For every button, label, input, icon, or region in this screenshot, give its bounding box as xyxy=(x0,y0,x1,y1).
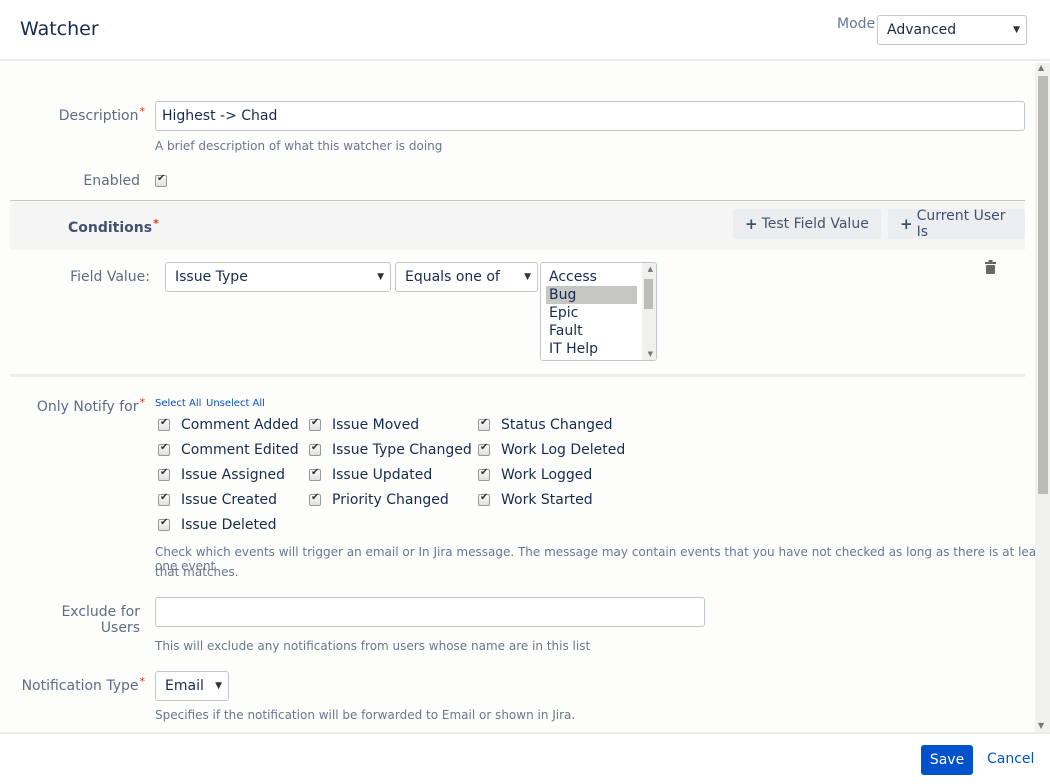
chevron-down-icon: ▼ xyxy=(524,272,531,282)
current-user-is-label: Current User Is xyxy=(916,208,1006,240)
dialog-body: Description* Highest -> Chad A brief des… xyxy=(0,63,1050,732)
mode-select-value: Advanced xyxy=(887,22,957,38)
event-checkbox-label: Issue Updated xyxy=(332,467,433,483)
event-checkbox-label: Work Log Deleted xyxy=(501,442,626,458)
test-field-value-button[interactable]: + Test Field Value xyxy=(733,209,881,239)
event-checkbox[interactable] xyxy=(158,442,170,456)
chevron-down-icon: ▼ xyxy=(215,681,222,691)
operator-select-value: Equals one of xyxy=(405,269,500,285)
notification-type-value: Email xyxy=(165,678,204,694)
conditions-header: Conditions* + Test Field Value + Current… xyxy=(10,200,1025,250)
listbox-option[interactable]: Access xyxy=(546,268,637,286)
event-checkbox-label: Work Logged xyxy=(501,467,593,483)
unselect-all-link[interactable]: Unselect All xyxy=(206,398,265,409)
event-checkbox[interactable] xyxy=(158,492,170,506)
description-input-value: Highest -> Chad xyxy=(162,108,278,124)
chevron-down-icon: ▼ xyxy=(377,272,384,282)
mode-select[interactable]: Advanced ▼ xyxy=(877,15,1027,45)
notify-label: Only Notify for* xyxy=(36,396,146,415)
event-checkbox-label: Issue Created xyxy=(181,492,278,508)
event-checkbox[interactable] xyxy=(309,492,321,506)
conditions-label: Conditions* xyxy=(68,217,159,236)
operator-select[interactable]: Equals one of ▼ xyxy=(395,262,538,292)
notification-type-hint: Specifies if the notification will be fo… xyxy=(155,708,576,722)
description-label: Description* xyxy=(58,105,146,124)
plus-icon: + xyxy=(900,215,913,233)
event-checkbox-label: Issue Deleted xyxy=(181,517,277,533)
plus-icon: + xyxy=(745,215,758,233)
dialog-header: Watcher Mode Advanced ▼ xyxy=(0,0,1050,61)
issue-type-listbox[interactable]: Access Bug Epic Fault IT Help ▲ ▼ xyxy=(540,262,657,361)
event-checkbox[interactable] xyxy=(158,467,170,481)
mode-label: Mode xyxy=(837,16,876,32)
event-checkbox-label: Comment Edited xyxy=(181,442,299,458)
notification-type-label: Notification Type* xyxy=(21,675,146,694)
scroll-down-icon[interactable]: ▼ xyxy=(1038,721,1044,730)
event-checkbox-label: Status Changed xyxy=(501,417,613,433)
event-checkbox[interactable] xyxy=(478,467,490,481)
cancel-button[interactable]: Cancel xyxy=(987,751,1034,767)
required-asterisk: * xyxy=(153,217,159,230)
enabled-label: Enabled xyxy=(83,173,140,189)
listbox-option[interactable]: Fault xyxy=(546,322,637,340)
listbox-scrollbar[interactable]: ▲ ▼ xyxy=(642,263,656,360)
field-select[interactable]: Issue Type ▼ xyxy=(165,262,391,292)
listbox-scroll-thumb[interactable] xyxy=(644,279,653,309)
section-divider xyxy=(10,374,1025,377)
event-checkbox-label: Work Started xyxy=(501,492,593,508)
required-asterisk: * xyxy=(139,105,146,118)
event-checkbox[interactable] xyxy=(478,417,490,431)
current-user-is-button[interactable]: + Current User Is xyxy=(888,208,1025,240)
event-checkbox[interactable] xyxy=(309,442,321,456)
save-button[interactable]: Save xyxy=(921,745,973,775)
event-checkbox-label: Comment Added xyxy=(181,417,299,433)
notification-type-select[interactable]: Email ▼ xyxy=(155,671,229,701)
description-input[interactable]: Highest -> Chad xyxy=(155,101,1025,131)
body-scroll-thumb[interactable] xyxy=(1038,76,1048,494)
event-checkbox-label: Issue Moved xyxy=(332,417,420,433)
notify-hint-line1: Check which events will trigger an email… xyxy=(155,545,1048,573)
notify-hint-line2: that matches. xyxy=(155,565,239,579)
trash-icon[interactable] xyxy=(985,260,996,274)
event-checkbox[interactable] xyxy=(309,417,321,431)
event-checkbox[interactable] xyxy=(158,417,170,431)
scroll-down-icon[interactable]: ▼ xyxy=(648,350,653,358)
event-checkbox-label: Issue Type Changed xyxy=(332,442,472,458)
required-asterisk: * xyxy=(139,675,146,688)
required-asterisk: * xyxy=(139,396,146,409)
dialog-title: Watcher xyxy=(20,18,99,40)
exclude-users-label: Exclude for Users xyxy=(61,604,140,636)
event-checkbox-label: Issue Assigned xyxy=(181,467,285,483)
dialog-footer: Save Cancel xyxy=(0,732,1050,784)
listbox-option[interactable]: IT Help xyxy=(546,340,637,358)
event-checkbox[interactable] xyxy=(158,517,170,531)
test-field-value-label: Test Field Value xyxy=(761,216,869,232)
event-checkbox[interactable] xyxy=(309,467,321,481)
exclude-users-input[interactable] xyxy=(155,597,705,627)
event-checkbox-label: Priority Changed xyxy=(332,492,449,508)
event-checkbox[interactable] xyxy=(478,492,490,506)
select-all-link[interactable]: Select All xyxy=(155,398,201,409)
scroll-up-icon[interactable]: ▲ xyxy=(1038,63,1044,72)
body-scrollbar[interactable]: ▲ ▼ xyxy=(1035,63,1050,732)
listbox-option[interactable]: Epic xyxy=(546,304,637,322)
field-value-label: Field Value: xyxy=(70,269,150,285)
listbox-option-selected[interactable]: Bug xyxy=(546,286,637,304)
description-hint: A brief description of what this watcher… xyxy=(155,139,443,153)
exclude-users-hint: This will exclude any notifications from… xyxy=(155,639,591,653)
event-checkbox[interactable] xyxy=(478,442,490,456)
field-select-value: Issue Type xyxy=(175,269,248,285)
scroll-up-icon[interactable]: ▲ xyxy=(648,265,653,273)
enabled-checkbox[interactable] xyxy=(155,173,167,187)
chevron-down-icon: ▼ xyxy=(1013,25,1020,35)
